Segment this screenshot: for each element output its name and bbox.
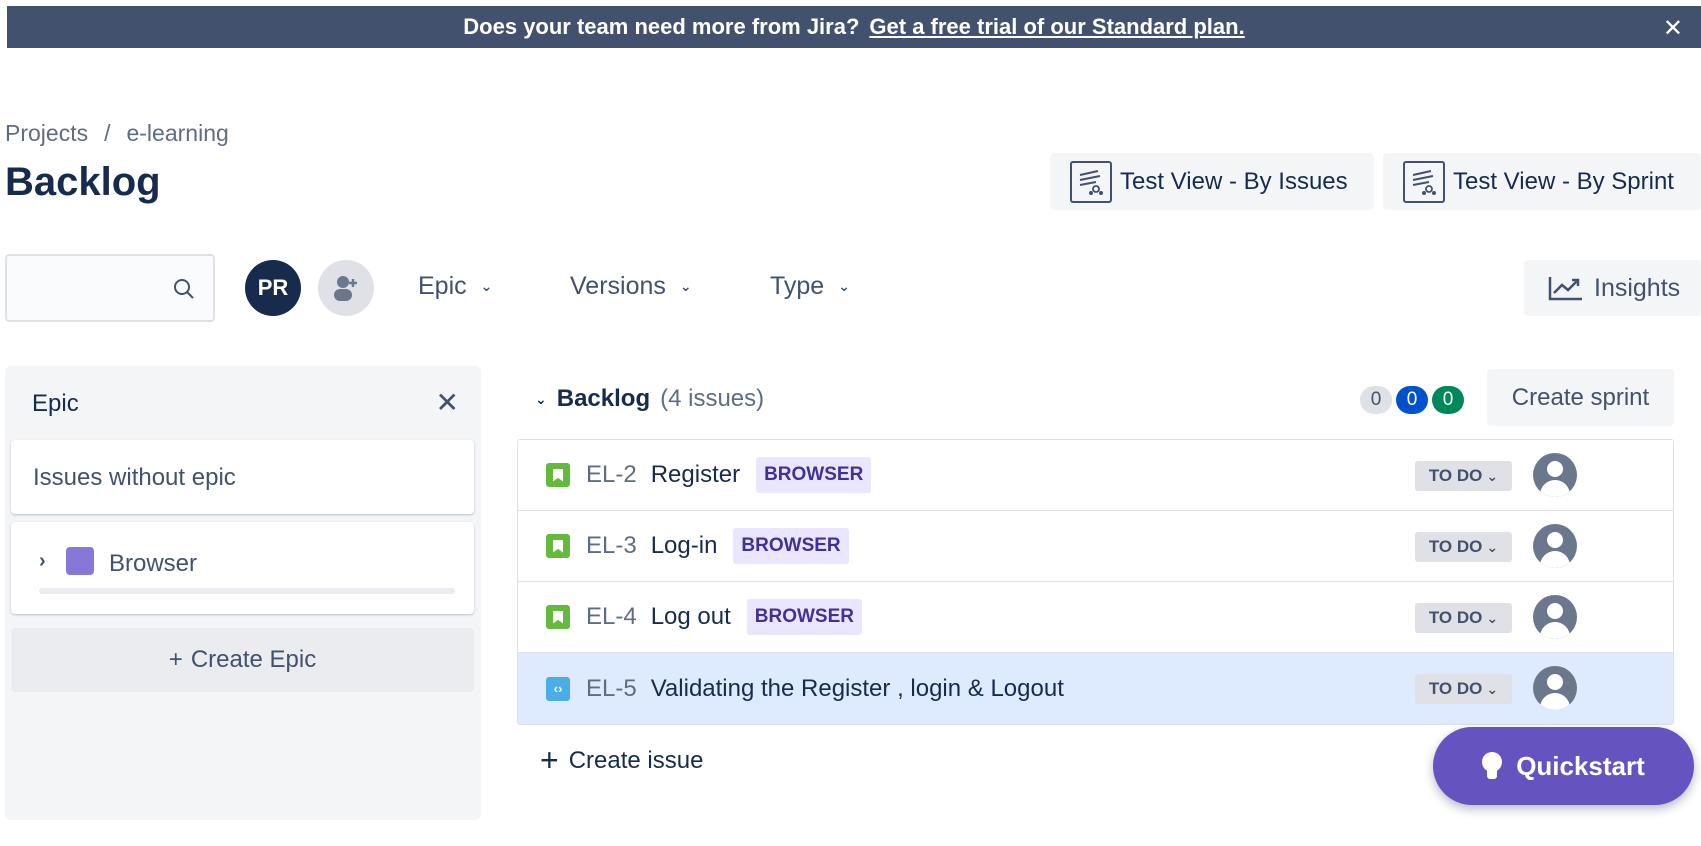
add-user-icon [334, 276, 357, 301]
quickstart-label: Quickstart [1516, 750, 1645, 781]
page-title: Backlog [5, 160, 161, 204]
insights-icon [1548, 277, 1582, 301]
test-view-by-sprint-label: Test View - By Sprint [1453, 167, 1674, 195]
issue-row[interactable]: EL-4 Log out BROWSER TO DO ⌄ [518, 582, 1673, 653]
chevron-down-icon: ⌄ [838, 278, 850, 294]
banner-close-icon[interactable]: ✕ [1663, 14, 1683, 43]
chevron-down-icon: ⌄ [1486, 680, 1499, 697]
insights-button[interactable]: Insights [1524, 260, 1701, 316]
epic-name: Browser [109, 550, 198, 577]
status-dropdown[interactable]: TO DO ⌄ [1415, 603, 1512, 633]
status-label: TO DO [1428, 608, 1483, 627]
status-label: TO DO [1428, 466, 1483, 485]
epic-lozenge[interactable]: BROWSER [746, 599, 863, 635]
issue-summary: Register [650, 461, 741, 488]
chevron-right-icon[interactable]: › [39, 550, 46, 573]
unassigned-avatar-icon[interactable] [1533, 524, 1577, 568]
create-sprint-button[interactable]: Create sprint [1487, 369, 1674, 426]
story-icon [546, 463, 570, 487]
epic-filter-label: Epic [418, 272, 467, 300]
epic-progress-bar [39, 588, 455, 594]
create-issue-label: Create issue [568, 746, 704, 774]
chevron-down-icon: ⌄ [480, 278, 493, 294]
test-view-by-sprint-button[interactable]: Test View - By Sprint [1383, 153, 1701, 210]
unassigned-avatar-icon[interactable] [1533, 595, 1577, 639]
status-dropdown[interactable]: TO DO ⌄ [1415, 532, 1512, 562]
todo-count-badge: 0 [1360, 386, 1392, 414]
chevron-down-icon: ⌄ [1486, 538, 1499, 555]
unassigned-avatar-icon[interactable] [1533, 666, 1577, 710]
story-icon [546, 534, 570, 558]
issue-list: EL-2 Register BROWSER TO DO ⌄ EL-3 Log-in… [517, 439, 1674, 725]
issue-summary: Log-in [650, 532, 718, 559]
quickstart-button[interactable]: Quickstart [1433, 727, 1694, 805]
breadcrumb-project[interactable]: e-learning [126, 120, 228, 147]
test-view-by-issues-label: Test View - By Issues [1120, 167, 1348, 195]
backlog-title: Backlog [556, 385, 651, 412]
story-icon [546, 605, 570, 629]
issue-key[interactable]: EL-4 [586, 603, 637, 631]
epic-color-swatch [66, 547, 94, 575]
type-filter-label: Type [770, 272, 825, 300]
avatar[interactable]: PR [245, 260, 301, 316]
status-label: TO DO [1428, 537, 1483, 556]
banner-text: Does your team need more from Jira? [463, 14, 860, 39]
epic-panel-title: Epic [32, 390, 79, 417]
issues-without-epic-label: Issues without epic [33, 464, 236, 491]
create-issue-button[interactable]: + Create issue [540, 742, 703, 779]
issue-key[interactable]: EL-3 [586, 532, 637, 560]
search-icon [174, 279, 194, 299]
create-epic-label: Create Epic [190, 646, 317, 673]
issues-without-epic-card[interactable]: Issues without epic [11, 440, 474, 514]
plus-icon: + [540, 742, 559, 778]
add-people-button[interactable] [318, 260, 374, 316]
test-view-icon [1070, 160, 1112, 203]
epic-lozenge[interactable]: BROWSER [733, 528, 849, 564]
test-view-icon [1403, 160, 1445, 203]
status-dropdown[interactable]: TO DO ⌄ [1415, 461, 1512, 491]
search-box [5, 254, 215, 322]
create-epic-button[interactable]: + Create Epic [11, 628, 474, 692]
unassigned-avatar-icon[interactable] [1533, 453, 1577, 497]
issue-row[interactable]: ‹› EL-5 Validating the Register , login … [518, 653, 1673, 724]
search-input[interactable] [7, 256, 167, 320]
in-progress-count-badge: 0 [1396, 386, 1428, 414]
lightbulb-icon [1482, 752, 1503, 780]
issue-row[interactable]: EL-2 Register BROWSER TO DO ⌄ [518, 440, 1673, 511]
task-icon: ‹› [546, 676, 570, 701]
epic-card-browser[interactable]: › Browser [11, 522, 474, 614]
breadcrumb-projects[interactable]: Projects [5, 120, 88, 147]
backlog-header[interactable]: ⌄ Backlog (4 issues) [535, 385, 764, 413]
chevron-down-icon: ⌄ [679, 278, 692, 294]
versions-filter[interactable]: Versions ⌄ [570, 272, 692, 301]
type-filter[interactable]: Type ⌄ [770, 272, 850, 301]
epic-panel: Epic ✕ Issues without epic › Browser + C… [5, 366, 481, 820]
breadcrumb-separator: / [104, 120, 111, 146]
status-dropdown[interactable]: TO DO ⌄ [1415, 674, 1512, 704]
upgrade-banner: Does your team need more from Jira? Get … [7, 6, 1701, 48]
backlog-issue-count: (4 issues) [660, 385, 765, 412]
issue-summary: Validating the Register , login & Logout [650, 674, 1064, 702]
status-counts: 0 0 0 [1360, 386, 1464, 414]
done-count-badge: 0 [1432, 386, 1464, 414]
issue-row[interactable]: EL-3 Log-in BROWSER TO DO ⌄ [518, 511, 1673, 582]
epic-filter[interactable]: Epic ⌄ [418, 272, 492, 301]
free-trial-link[interactable]: Get a free trial of our Standard plan. [869, 14, 1244, 40]
plus-icon: + [168, 646, 183, 673]
test-view-by-issues-button[interactable]: Test View - By Issues [1050, 153, 1374, 210]
epic-lozenge[interactable]: BROWSER [756, 457, 872, 493]
issue-summary: Log out [650, 603, 731, 630]
chevron-down-icon: ⌄ [1486, 609, 1499, 626]
versions-filter-label: Versions [570, 272, 666, 300]
epic-panel-close-icon[interactable]: ✕ [436, 386, 459, 419]
chevron-down-icon: ⌄ [1486, 467, 1499, 484]
insights-label: Insights [1594, 273, 1681, 302]
issue-key[interactable]: EL-5 [586, 675, 637, 703]
chevron-down-icon: ⌄ [535, 390, 547, 407]
issue-key[interactable]: EL-2 [586, 461, 637, 489]
status-label: TO DO [1428, 679, 1483, 698]
breadcrumb: Projects / e-learning [5, 120, 229, 147]
